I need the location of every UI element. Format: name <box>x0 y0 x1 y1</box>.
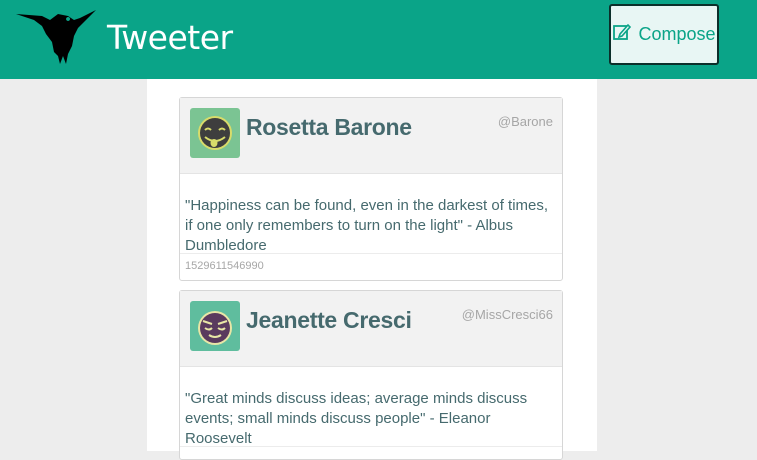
tweet-text: "Great minds discuss ideas; average mind… <box>180 367 562 447</box>
sleepy-face-icon <box>190 301 240 351</box>
tweet-card: Rosetta Barone @Barone "Happiness can be… <box>179 97 563 281</box>
author-handle: @Barone <box>497 114 553 129</box>
tweet-header: Jeanette Cresci @MissCresci66 <box>180 291 562 367</box>
tweet-card: Jeanette Cresci @MissCresci66 "Great min… <box>179 290 563 460</box>
top-nav-bar: Tweeter Compose <box>0 0 757 79</box>
tongue-out-face-icon <box>190 108 240 158</box>
author-name: Rosetta Barone <box>246 114 412 140</box>
app-title: Tweeter <box>107 18 233 57</box>
edit-icon <box>613 23 632 40</box>
tweet-timestamp: 1529611546990 <box>185 260 264 272</box>
hummingbird-logo-icon <box>16 6 100 68</box>
compose-label: Compose <box>638 24 716 44</box>
compose-button[interactable]: Compose <box>609 4 719 65</box>
author-handle: @MissCresci66 <box>461 307 553 322</box>
tweet-text: "Happiness can be found, even in the dar… <box>180 174 562 254</box>
author-name: Jeanette Cresci <box>246 307 412 333</box>
tweet-header: Rosetta Barone @Barone <box>180 98 562 174</box>
